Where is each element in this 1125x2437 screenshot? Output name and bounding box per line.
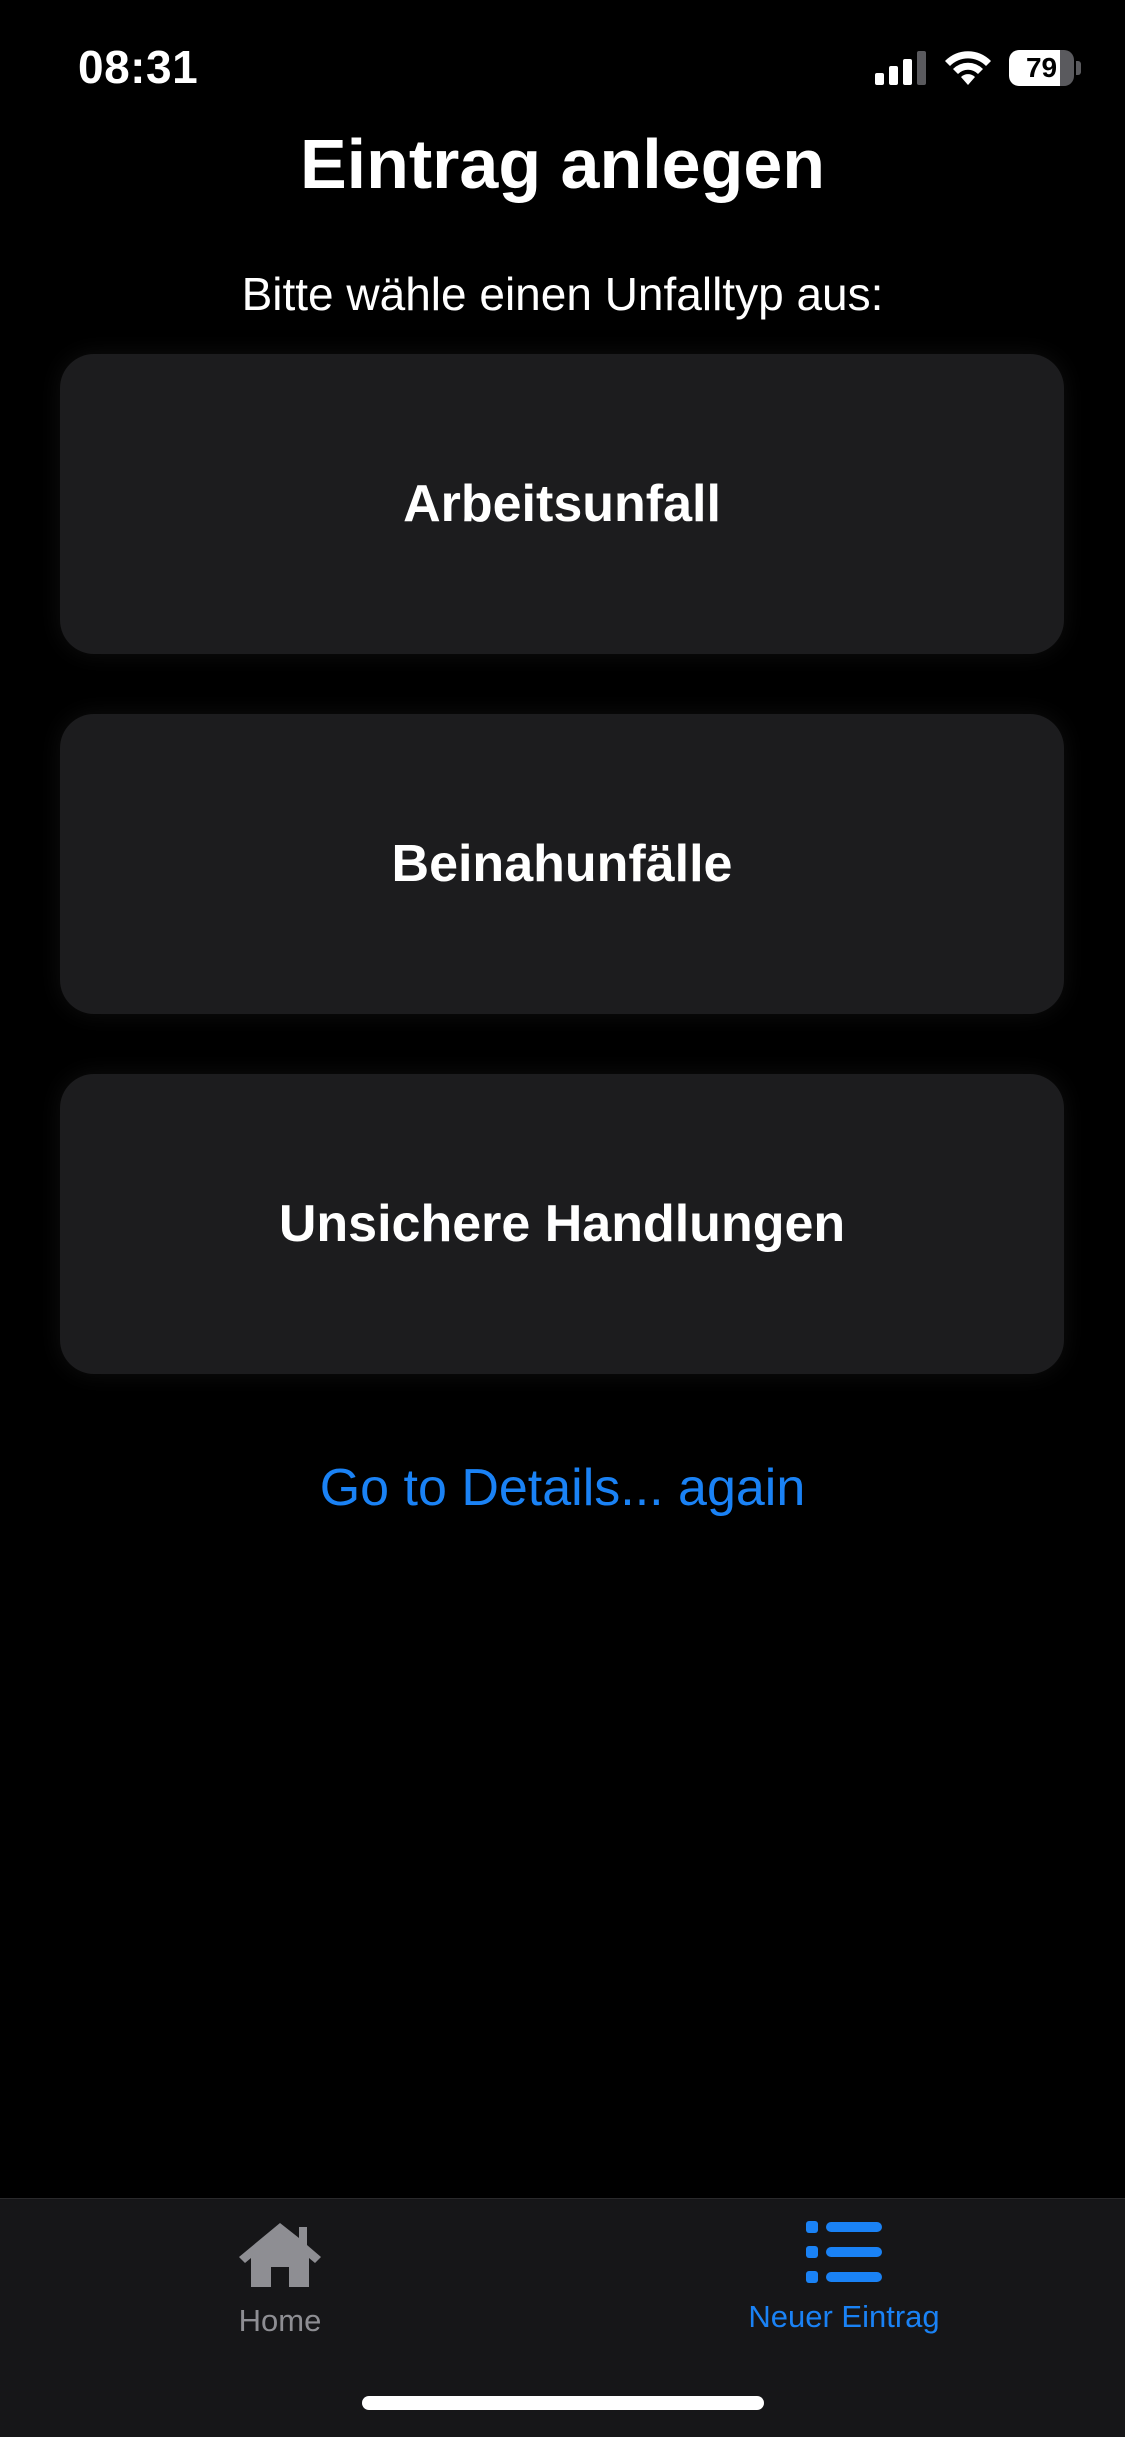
battery-level: 79	[1025, 52, 1058, 83]
go-to-details-link[interactable]: Go to Details... again	[0, 1458, 1125, 1518]
signal-icon	[875, 51, 926, 85]
tab-neuer-eintrag-label: Neuer Eintrag	[748, 2299, 940, 2334]
list-icon	[806, 2221, 882, 2283]
status-bar: 08:31 79	[0, 0, 1125, 140]
page-subtitle: Bitte wähle einen Unfalltyp aus:	[241, 268, 884, 320]
tab-home[interactable]: Home	[130, 2219, 430, 2359]
home-indicator	[362, 2396, 764, 2410]
option-label: Unsichere Handlungen	[278, 1195, 846, 1253]
option-beinahunfaelle-button[interactable]: Beinahunfälle	[60, 714, 1064, 1014]
option-label: Arbeitsunfall	[403, 475, 721, 533]
status-time: 08:31	[78, 41, 199, 93]
battery-icon: 79	[1009, 49, 1081, 87]
wifi-icon	[945, 51, 991, 85]
option-arbeitsunfall-button[interactable]: Arbeitsunfall	[60, 354, 1064, 654]
option-label: Beinahunfälle	[391, 835, 733, 893]
status-icons: 79	[875, 48, 1081, 88]
tab-home-label: Home	[238, 2303, 322, 2338]
page-title: Eintrag anlegen	[299, 125, 826, 203]
house-icon	[239, 2223, 321, 2287]
tab-neuer-eintrag[interactable]: Neuer Eintrag	[694, 2219, 994, 2359]
option-unsichere-handlungen-button[interactable]: Unsichere Handlungen	[60, 1074, 1064, 1374]
